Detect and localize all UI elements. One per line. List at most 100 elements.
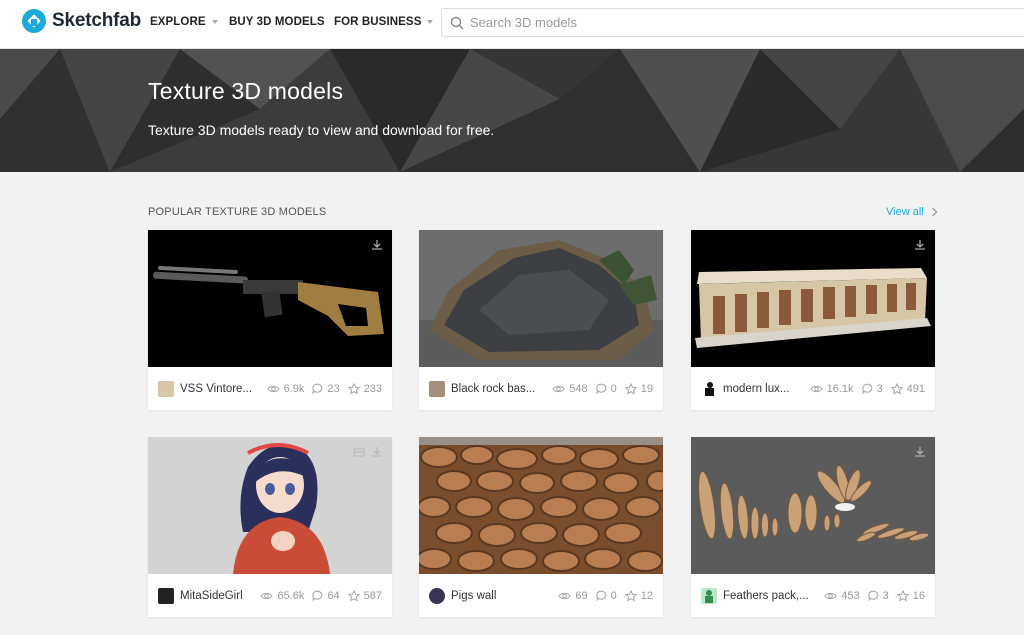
nav-buy-label: BUY 3D MODELS <box>229 16 325 28</box>
comments-stat: 3 <box>867 589 889 602</box>
model-card-footer: Pigs wall 69 0 12 <box>419 574 663 617</box>
model-card-footer: VSS Vintore... 6.9k 23 233 <box>148 367 392 410</box>
star-icon <box>624 382 637 395</box>
model-card[interactable]: Pigs wall 69 0 12 <box>419 437 663 617</box>
model-card[interactable]: VSS Vintore... 6.9k 23 233 <box>148 230 392 410</box>
model-name[interactable]: VSS Vintore... <box>180 383 266 395</box>
likes-count: 491 <box>906 382 925 395</box>
search-box[interactable] <box>441 8 1024 37</box>
nav-for-business[interactable]: FOR BUSINESS <box>334 0 434 44</box>
download-icon[interactable] <box>370 238 384 252</box>
model-name[interactable]: Black rock bas... <box>451 383 537 395</box>
cube-icon <box>353 448 365 457</box>
eye-icon <box>552 385 565 392</box>
comments-stat: 3 <box>861 382 883 395</box>
views-count: 548 <box>569 382 588 395</box>
page-subtitle: Texture 3D models ready to view and down… <box>148 122 495 138</box>
views-stat: 65.6k <box>260 590 304 602</box>
model-thumbnail[interactable] <box>691 230 935 367</box>
likes-stat[interactable]: 16 <box>896 589 925 602</box>
stone-wall-thumbnail-image <box>419 437 663 574</box>
avatar[interactable] <box>701 587 717 604</box>
eye-icon <box>558 592 572 599</box>
sketchfab-logo[interactable]: Sketchfab <box>22 9 141 33</box>
avatar[interactable] <box>158 587 174 604</box>
nav-buy-3d-models[interactable]: BUY 3D MODELS <box>229 0 325 44</box>
likes-count: 233 <box>363 382 382 395</box>
comments-count: 0 <box>610 589 617 602</box>
hero-banner: Texture 3D models Texture 3D models read… <box>0 49 1024 172</box>
sketchfab-logo-icon <box>22 9 46 33</box>
model-name[interactable]: Pigs wall <box>451 590 537 602</box>
nav-explore[interactable]: EXPLORE <box>150 0 218 44</box>
model-stats: 69 0 12 <box>550 574 653 617</box>
model-thumbnail[interactable] <box>419 230 663 367</box>
views-stat: 69 <box>558 589 588 602</box>
avatar[interactable] <box>158 380 174 397</box>
colonnade-thumbnail-image <box>691 230 935 367</box>
nav-explore-label: EXPLORE <box>150 16 206 28</box>
views-stat: 6.9k <box>266 383 304 395</box>
star-icon <box>896 589 909 602</box>
model-card[interactable]: modern lux... 16.1k 3 491 <box>691 230 935 410</box>
model-stats: 453 3 16 <box>816 574 925 617</box>
likes-count: 12 <box>640 589 653 602</box>
model-stats: 65.6k 64 587 <box>252 574 382 617</box>
model-name[interactable]: Feathers pack,... <box>723 590 809 602</box>
chevron-down-icon <box>211 20 218 24</box>
model-card-footer: Feathers pack,... 453 3 16 <box>691 574 935 617</box>
comments-count: 3 <box>882 589 889 602</box>
hero-polygon-background <box>0 49 1024 172</box>
model-thumbnail[interactable] <box>148 230 392 367</box>
comments-stat: 64 <box>312 590 340 602</box>
comment-icon <box>312 383 323 394</box>
views-count: 16.1k <box>826 382 854 395</box>
likes-stat[interactable]: 12 <box>624 589 653 602</box>
model-card[interactable]: MitaSideGirl 65.6k 64 587 <box>148 437 392 617</box>
avatar[interactable] <box>429 380 445 397</box>
model-stats: 548 0 19 <box>544 367 653 410</box>
model-thumbnail[interactable] <box>148 437 392 574</box>
star-icon <box>890 382 903 395</box>
chevron-right-icon <box>928 207 937 217</box>
comments-count: 0 <box>610 382 617 395</box>
page-title: Texture 3D models <box>148 78 344 104</box>
avatar[interactable] <box>429 587 445 604</box>
eye-icon <box>809 385 823 392</box>
rifle-thumbnail-image <box>148 230 392 367</box>
rock-thumbnail-image <box>419 230 663 367</box>
likes-stat[interactable]: 19 <box>624 382 653 395</box>
avatar[interactable] <box>701 380 717 397</box>
model-card-footer: MitaSideGirl 65.6k 64 587 <box>148 574 392 617</box>
likes-stat[interactable]: 233 <box>347 382 382 395</box>
model-card-footer: modern lux... 16.1k 3 491 <box>691 367 935 410</box>
model-name[interactable]: modern lux... <box>723 383 809 395</box>
eye-icon <box>824 592 837 599</box>
download-icon[interactable] <box>913 445 927 459</box>
star-icon <box>624 589 637 602</box>
model-card[interactable]: Black rock bas... 548 0 19 <box>419 230 663 410</box>
chevron-down-icon <box>427 20 434 24</box>
download-icon[interactable] <box>913 238 927 252</box>
search-input[interactable] <box>470 15 990 30</box>
comments-count: 3 <box>876 382 883 395</box>
comment-icon <box>867 590 878 601</box>
model-card[interactable]: Feathers pack,... 453 3 16 <box>691 437 935 617</box>
model-thumbnail[interactable] <box>691 437 935 574</box>
comments-stat: 0 <box>595 382 617 395</box>
views-stat: 453 <box>824 590 860 602</box>
feathers-thumbnail-image <box>691 437 935 574</box>
views-count: 69 <box>575 589 588 602</box>
views-stat: 16.1k <box>809 382 854 395</box>
likes-count: 19 <box>640 382 653 395</box>
comments-stat: 23 <box>312 383 340 395</box>
top-navigation-bar: Sketchfab EXPLORE BUY 3D MODELS FOR BUSI… <box>0 0 1024 49</box>
likes-stat[interactable]: 491 <box>890 382 925 395</box>
nav-business-label: FOR BUSINESS <box>334 16 422 28</box>
download-icon[interactable] <box>370 445 384 459</box>
view-all-link[interactable]: View all <box>886 206 937 218</box>
comment-icon <box>861 383 872 394</box>
likes-stat[interactable]: 587 <box>347 589 382 602</box>
model-thumbnail[interactable] <box>419 437 663 574</box>
star-icon <box>347 382 360 395</box>
